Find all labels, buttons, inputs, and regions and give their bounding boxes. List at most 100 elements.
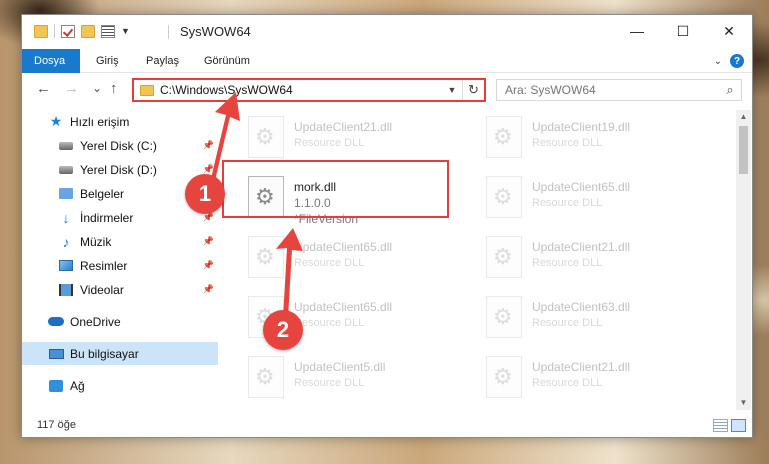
dll-file-icon <box>486 296 522 338</box>
file-name: UpdateClient5.dll <box>294 360 386 374</box>
sidebar-item-local-disk-c[interactable]: Yerel Disk (C:) 📌 <box>22 134 218 157</box>
file-type: Resource DLL <box>532 377 603 389</box>
address-folder-icon <box>140 84 154 96</box>
details-view-icon[interactable] <box>713 419 728 432</box>
file-type: Resource DLL <box>294 377 365 389</box>
sidebar-item-pictures[interactable]: Resimler 📌 <box>22 254 218 277</box>
back-arrow-icon[interactable]: ← <box>36 80 51 97</box>
sidebar-item-label: Müzik <box>80 234 112 249</box>
file-item[interactable]: UpdateClient65.dll Resource DLL <box>248 236 478 284</box>
file-name: UpdateClient21.dll <box>294 120 393 134</box>
sidebar-item-this-pc[interactable]: Bu bilgisayar <box>22 342 218 365</box>
tab-view[interactable]: Görünüm <box>192 49 262 73</box>
dll-file-icon <box>248 236 284 278</box>
pin-icon[interactable]: 📌 <box>203 140 214 151</box>
file-type: Resource DLL <box>532 197 603 209</box>
sidebar-item-label: Belgeler <box>80 186 125 201</box>
file-item[interactable]: UpdateClient63.dll Resource DLL <box>486 296 716 344</box>
search-box[interactable]: ⌕ <box>496 79 742 101</box>
sidebar-item-network[interactable]: Ağ <box>22 374 218 397</box>
explorer-window: ▼ SysWOW64 — ☐ ✕ Dosya Giriş Paylaş Görü… <box>21 14 753 438</box>
file-item[interactable]: UpdateClient21.dll Resource DLL <box>248 116 478 164</box>
file-item[interactable]: UpdateClient21.dll Resource DLL <box>486 356 716 404</box>
scroll-down-arrow-icon[interactable]: ▼ <box>736 396 751 410</box>
pin-icon[interactable]: 📌 <box>203 284 214 295</box>
qat-dropdown-arrow-icon[interactable]: ▼ <box>121 26 130 36</box>
tab-file[interactable]: Dosya <box>22 49 80 73</box>
address-dropdown-icon[interactable]: ▼ <box>442 85 462 95</box>
file-name: UpdateClient21.dll <box>532 240 631 254</box>
pictures-icon <box>58 259 74 273</box>
sidebar-item-label: Yerel Disk (C:) <box>80 138 157 153</box>
address-path[interactable]: C:\Windows\SysWOW64 <box>160 83 442 97</box>
view-toggle <box>713 419 746 432</box>
new-folder-icon[interactable] <box>81 24 95 38</box>
help-icon[interactable]: ? <box>730 54 744 68</box>
minimize-button[interactable]: — <box>614 15 660 47</box>
tiles-view-icon[interactable] <box>731 419 746 432</box>
address-bar[interactable]: C:\Windows\SysWOW64 ▼ ↻ <box>132 78 486 102</box>
sidebar-item-onedrive[interactable]: OneDrive <box>22 310 218 333</box>
sidebar-item-label: İndirmeler <box>80 210 134 225</box>
tab-home[interactable]: Giriş <box>84 49 131 73</box>
sidebar-item-label: Videolar <box>80 282 124 297</box>
navigation-pane: ★ Hızlı erişim Yerel Disk (C:) 📌 Yerel D… <box>22 110 220 407</box>
sidebar-item-label: Ağ <box>70 378 85 393</box>
recent-locations-chevron-icon[interactable]: ⌄ <box>92 81 102 95</box>
search-icon[interactable]: ⌕ <box>719 82 741 98</box>
title-bar: ▼ SysWOW64 — ☐ ✕ <box>22 15 752 49</box>
file-name: UpdateClient65.dll <box>532 180 631 194</box>
file-item[interactable]: UpdateClient21.dll Resource DLL <box>486 236 716 284</box>
customize-list-icon[interactable] <box>101 24 115 38</box>
sidebar-item-label: Hızlı erişim <box>70 114 130 129</box>
sidebar-item-label: OneDrive <box>70 314 121 329</box>
onedrive-cloud-icon <box>48 315 64 329</box>
step-2-badge: 2 <box>263 310 303 350</box>
file-type: Resource DLL <box>532 137 603 149</box>
file-item[interactable]: UpdateClient19.dll Resource DLL <box>486 116 716 164</box>
file-type: Resource DLL <box>294 257 365 269</box>
refresh-icon[interactable]: ↻ <box>462 80 484 100</box>
forward-arrow-icon[interactable]: → <box>64 80 79 97</box>
up-arrow-icon[interactable]: ↑ <box>110 80 118 97</box>
file-item[interactable]: UpdateClient5.dll Resource DLL <box>248 356 478 404</box>
file-type: Resource DLL <box>532 317 603 329</box>
toolbar-divider <box>54 24 55 38</box>
drive-icon <box>58 139 74 153</box>
sidebar-item-local-disk-d[interactable]: Yerel Disk (D:) 📌 <box>22 158 218 181</box>
sidebar-item-label: Yerel Disk (D:) <box>80 162 157 177</box>
quick-access-toolbar: ▼ <box>34 24 130 38</box>
file-name: UpdateClient65.dll <box>294 240 393 254</box>
scrollbar-thumb[interactable] <box>739 126 748 174</box>
pin-icon[interactable]: 📌 <box>203 236 214 247</box>
sidebar-item-downloads[interactable]: ↓ İndirmeler 📌 <box>22 206 218 229</box>
file-name: UpdateClient63.dll <box>532 300 631 314</box>
properties-check-icon[interactable] <box>61 24 75 38</box>
pin-icon[interactable]: 📌 <box>203 260 214 271</box>
step-1-badge: 1 <box>185 174 225 214</box>
drive-icon <box>58 163 74 177</box>
documents-folder-icon <box>58 187 74 201</box>
sidebar-item-videos[interactable]: Videolar 📌 <box>22 278 218 301</box>
sidebar-item-quick-access[interactable]: ★ Hızlı erişim <box>22 110 218 133</box>
dll-file-icon <box>486 116 522 158</box>
videos-icon <box>58 283 74 297</box>
navigation-bar: ← → ⌄ ↑ C:\Windows\SysWOW64 ▼ ↻ ⌕ <box>22 75 752 105</box>
dll-file-icon <box>486 236 522 278</box>
vertical-scrollbar[interactable]: ▲ ▼ <box>736 110 751 410</box>
close-button[interactable]: ✕ <box>706 15 752 47</box>
tab-share[interactable]: Paylaş <box>134 49 191 73</box>
file-name: UpdateClient19.dll <box>532 120 631 134</box>
expand-ribbon-chevron-icon[interactable]: ⌄ <box>714 56 722 67</box>
scroll-up-arrow-icon[interactable]: ▲ <box>736 110 751 124</box>
dll-file-icon <box>486 176 522 218</box>
sidebar-item-label: Resimler <box>80 258 128 273</box>
dll-file-icon <box>486 356 522 398</box>
maximize-button[interactable]: ☐ <box>660 15 706 47</box>
sidebar-item-music[interactable]: ♪ Müzik 📌 <box>22 230 218 253</box>
file-item[interactable]: UpdateClient65.dll Resource DLL <box>486 176 716 224</box>
music-icon: ♪ <box>62 233 70 250</box>
search-input[interactable] <box>505 83 719 97</box>
downloads-icon: ↓ <box>62 209 70 226</box>
window-controls: — ☐ ✕ <box>614 15 752 47</box>
